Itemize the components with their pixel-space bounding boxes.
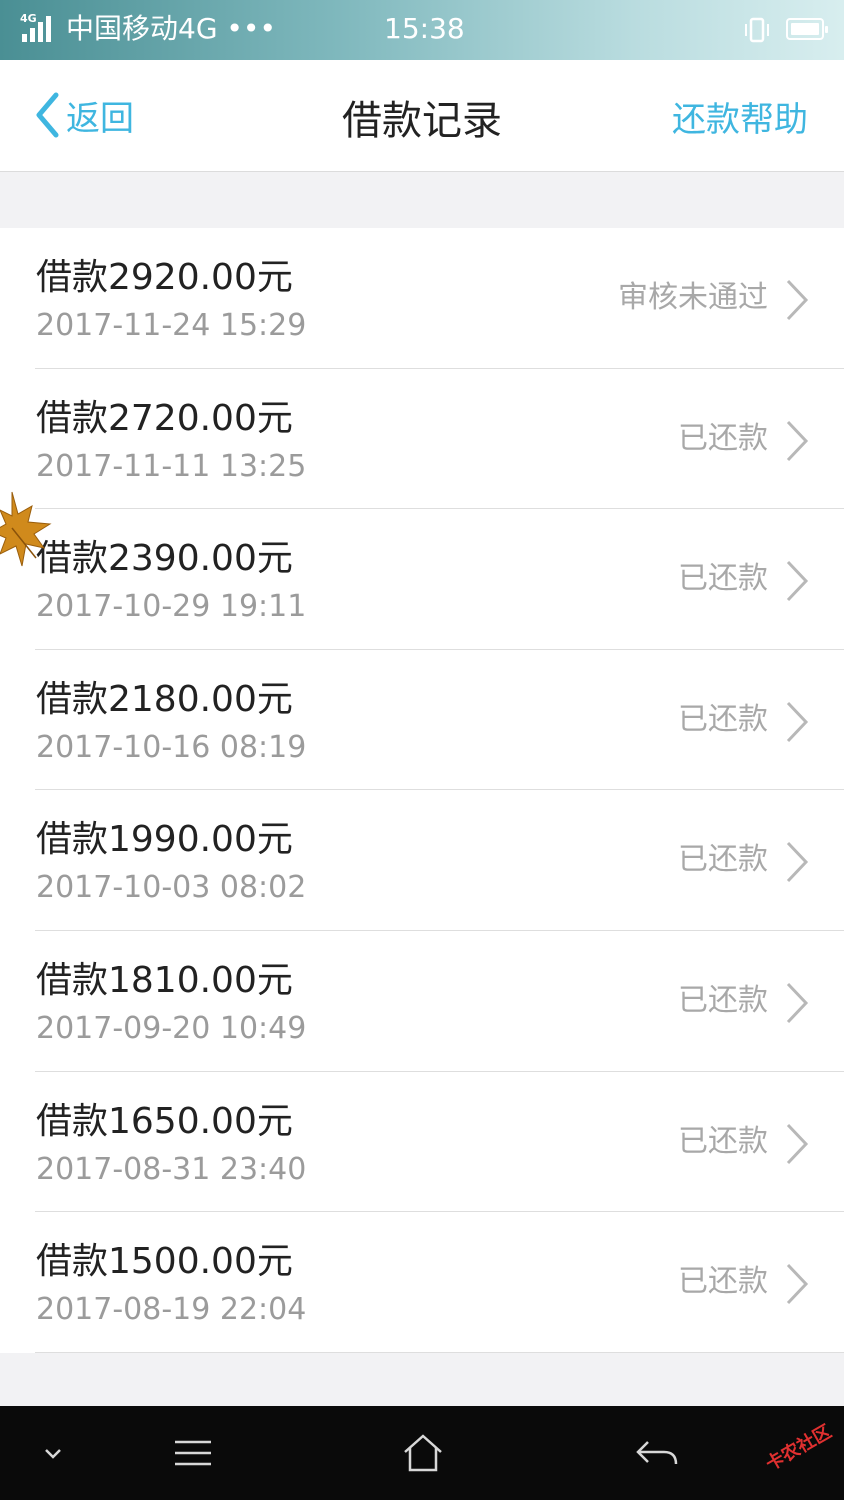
loan-datetime: 2017-10-03 08:02 [36, 870, 307, 906]
loan-amount: 借款2920.00元 [36, 257, 293, 298]
loan-record-row[interactable]: 借款1990.00元 2017-10-03 08:02 已还款 [0, 790, 844, 931]
loan-amount: 借款2720.00元 [36, 397, 293, 439]
carrier-label: 中国移动4G ••• [66, 12, 276, 45]
loan-record-row[interactable]: 借款1810.00元 2017-09-20 10:49 已还款 [0, 931, 844, 1072]
loan-record-row[interactable]: 借款1500.00元 2017-08-19 22:04 已还款 [0, 1212, 844, 1353]
loan-amount: 借款2180.00元 [36, 678, 293, 720]
loan-status: 已还款 [678, 842, 768, 878]
clock: 15:38 [384, 12, 465, 45]
home-icon[interactable] [398, 1430, 448, 1476]
chevron-right-icon [786, 279, 809, 321]
back-label: 返回 [66, 98, 134, 139]
loan-datetime: 2017-10-29 19:11 [36, 589, 307, 625]
loan-status: 已还款 [678, 701, 768, 737]
chevron-right-icon [786, 701, 809, 742]
loan-record-row[interactable]: 借款2920.00元 2017-11-24 15:29 审核未通过 [0, 228, 844, 369]
back-button[interactable]: 返回 [34, 90, 134, 140]
vibrate-icon [745, 17, 769, 43]
chevron-right-icon [786, 420, 809, 461]
chevron-right-icon [786, 982, 809, 1024]
signal-icon: 4G [20, 12, 60, 46]
network-type: 4G [20, 12, 37, 25]
back-arrow-icon[interactable] [632, 1430, 682, 1476]
status-bar: 4G 中国移动4G ••• 15:38 [0, 0, 844, 60]
chevron-right-icon [786, 1264, 809, 1305]
loan-status: 已还款 [678, 1264, 768, 1300]
loan-datetime: 2017-09-20 10:49 [36, 1010, 307, 1046]
loan-status: 已还款 [678, 561, 768, 597]
loan-amount: 借款1500.00元 [36, 1241, 293, 1283]
loan-datetime: 2017-11-24 15:29 [36, 308, 307, 343]
loan-status: 审核未通过 [618, 280, 768, 315]
loan-amount: 借款1810.00元 [36, 959, 293, 1001]
repayment-help-button[interactable]: 还款帮助 [672, 92, 808, 141]
loan-amount: 借款1650.00元 [36, 1100, 293, 1142]
nav-bar: 返回 借款记录 还款帮助 [0, 60, 844, 172]
menu-icon[interactable] [168, 1430, 218, 1476]
loan-record-row[interactable]: 借款1650.00元 2017-08-31 23:40 已还款 [0, 1072, 844, 1213]
chevron-right-icon [786, 561, 809, 602]
chevron-left-icon [36, 92, 59, 138]
battery-icon [786, 18, 828, 40]
loan-status: 已还款 [678, 420, 768, 456]
divider [35, 1351, 844, 1353]
loan-record-row[interactable]: 借款2180.00元 2017-10-16 08:19 已还款 [0, 650, 844, 791]
chevron-right-icon [786, 842, 809, 883]
chevron-right-icon [786, 1123, 809, 1164]
loan-record-row[interactable]: 借款2390.00元 2017-10-29 19:11 已还款 [0, 509, 844, 650]
chevron-down-icon[interactable] [28, 1430, 78, 1476]
loan-amount: 借款1990.00元 [36, 819, 293, 861]
loan-datetime: 2017-08-19 22:04 [36, 1292, 307, 1328]
loan-datetime: 2017-08-31 23:40 [36, 1151, 307, 1187]
loan-amount: 借款2390.00元 [36, 538, 293, 580]
loan-status: 已还款 [678, 1123, 768, 1159]
loan-record-row[interactable]: 借款2720.00元 2017-11-11 13:25 已还款 [0, 369, 844, 510]
system-nav-bar [0, 1406, 844, 1500]
loan-datetime: 2017-11-11 13:25 [36, 448, 307, 484]
loan-record-list: 借款2920.00元 2017-11-24 15:29 审核未通过 借款2720… [0, 228, 844, 1353]
loan-datetime: 2017-10-16 08:19 [36, 729, 307, 765]
loan-status: 已还款 [678, 982, 768, 1018]
